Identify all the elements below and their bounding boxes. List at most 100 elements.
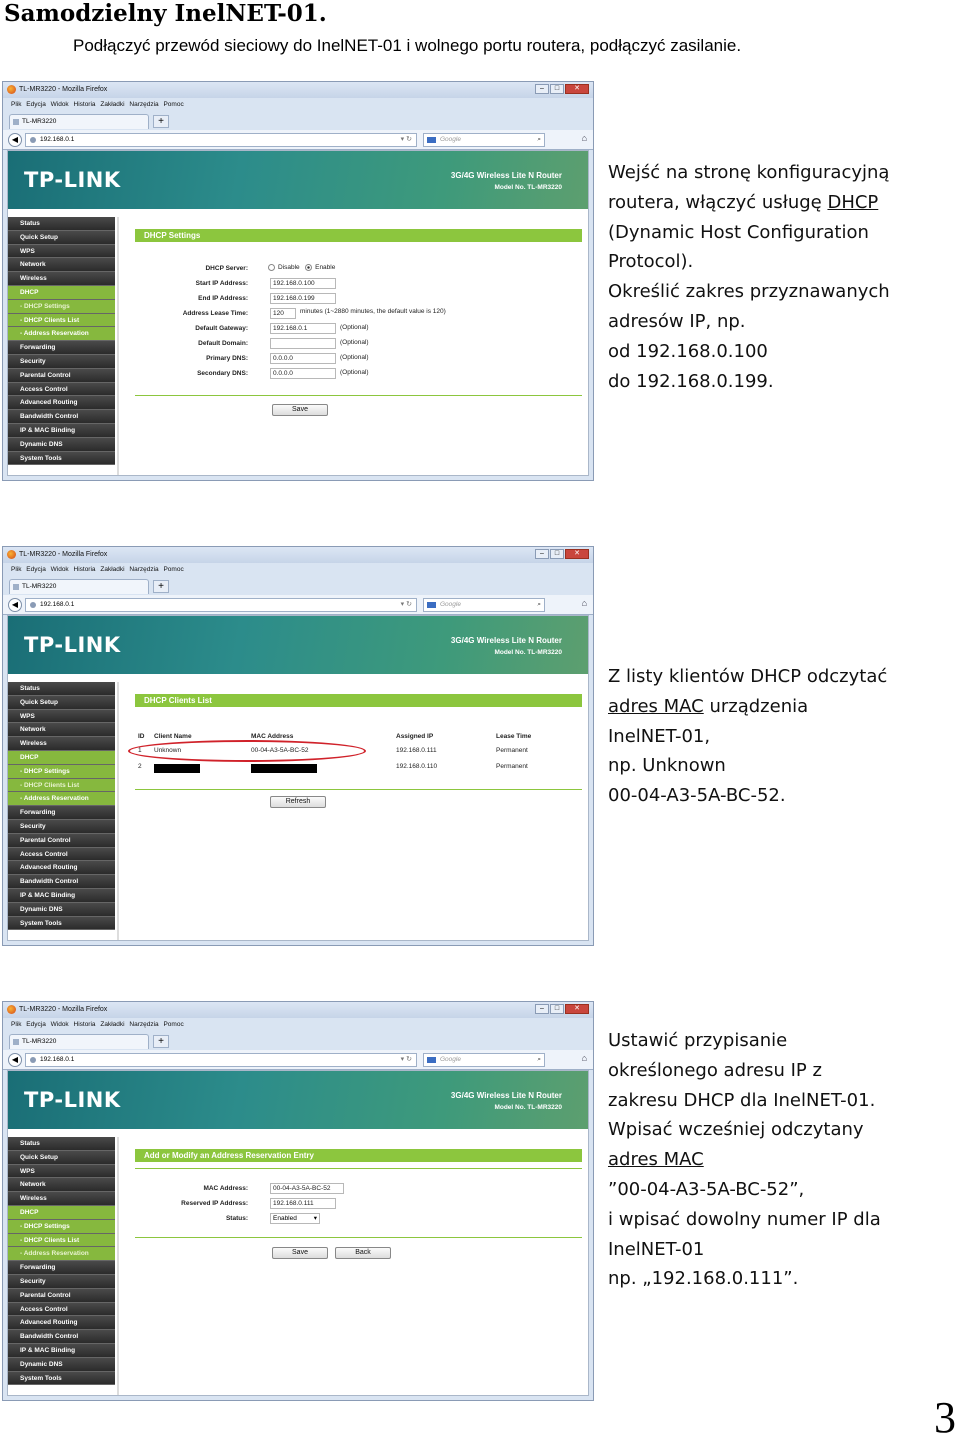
- menu-item-dhcp[interactable]: DHCP: [8, 285, 115, 300]
- new-tab-icon[interactable]: +: [153, 1035, 169, 1048]
- refresh-button[interactable]: Refresh: [270, 796, 326, 808]
- menu-item[interactable]: Historia: [74, 566, 96, 573]
- menu-item-wps[interactable]: WPS: [8, 244, 115, 259]
- reload-icon[interactable]: ▾ ↻: [401, 134, 412, 146]
- menu-item-access-control[interactable]: Access Control: [8, 382, 115, 397]
- minimize-icon[interactable]: –: [535, 1004, 549, 1014]
- menu-item-system-tools[interactable]: System Tools: [8, 451, 115, 466]
- menu-item-wps[interactable]: WPS: [8, 1164, 115, 1179]
- maximize-icon[interactable]: □: [550, 549, 564, 559]
- menu-item-ip-mac-binding[interactable]: IP & MAC Binding: [8, 888, 115, 903]
- menu-item[interactable]: Pomoc: [163, 566, 183, 573]
- menu-item-address-reservation[interactable]: - Address Reservation: [8, 1247, 115, 1262]
- menu-item-wireless[interactable]: Wireless: [8, 1192, 115, 1206]
- menu-item-security[interactable]: Security: [8, 354, 115, 369]
- menu-item-security[interactable]: Security: [8, 1274, 115, 1289]
- disable-radio[interactable]: [268, 264, 275, 271]
- browser-tab[interactable]: TL-MR3220: [9, 114, 149, 129]
- menu-item-dynamic-dns[interactable]: Dynamic DNS: [8, 902, 115, 917]
- maximize-icon[interactable]: □: [550, 1004, 564, 1014]
- end-ip-input[interactable]: 192.168.0.199: [270, 293, 336, 304]
- menu-item-quick-setup[interactable]: Quick Setup: [8, 1150, 115, 1165]
- menu-item-ip-mac-binding[interactable]: IP & MAC Binding: [8, 1343, 115, 1358]
- search-icon[interactable]: ⌕: [537, 134, 541, 146]
- menu-item-system-tools[interactable]: System Tools: [8, 1371, 115, 1386]
- menu-item-advanced-routing[interactable]: Advanced Routing: [8, 1316, 115, 1331]
- menu-item-advanced-routing[interactable]: Advanced Routing: [8, 396, 115, 411]
- menu-item-parental-control[interactable]: Parental Control: [8, 368, 115, 383]
- menu-item-forwarding[interactable]: Forwarding: [8, 1261, 115, 1275]
- enable-radio[interactable]: [305, 264, 313, 271]
- menu-item-dynamic-dns[interactable]: Dynamic DNS: [8, 1357, 115, 1372]
- menu-item[interactable]: Plik: [11, 101, 21, 108]
- url-bar[interactable]: 192.168.0.1 ▾ ↻: [25, 598, 417, 612]
- menu-item[interactable]: Widok: [51, 1021, 69, 1028]
- menu-item-dhcp-settings[interactable]: - DHCP Settings: [8, 299, 115, 314]
- menu-item[interactable]: Narzędzia: [129, 566, 158, 573]
- minimize-icon[interactable]: –: [535, 84, 549, 94]
- menu-item-dhcp[interactable]: DHCP: [8, 750, 115, 765]
- menu-item-network[interactable]: Network: [8, 1178, 115, 1193]
- menu-item[interactable]: Plik: [11, 1021, 21, 1028]
- menu-item-network[interactable]: Network: [8, 723, 115, 738]
- menu-item-forwarding[interactable]: Forwarding: [8, 806, 115, 820]
- menu-item[interactable]: Edycja: [26, 1021, 46, 1028]
- search-icon[interactable]: ⌕: [537, 599, 541, 611]
- menu-item-wps[interactable]: WPS: [8, 709, 115, 724]
- menu-item-dynamic-dns[interactable]: Dynamic DNS: [8, 437, 115, 452]
- save-button[interactable]: Save: [272, 404, 328, 416]
- reload-icon[interactable]: ▾ ↻: [401, 1054, 412, 1066]
- save-button[interactable]: Save: [272, 1247, 328, 1259]
- menu-item-quick-setup[interactable]: Quick Setup: [8, 230, 115, 245]
- menu-item[interactable]: Historia: [74, 101, 96, 108]
- menu-item-access-control[interactable]: Access Control: [8, 847, 115, 862]
- reload-icon[interactable]: ▾ ↻: [401, 599, 412, 611]
- menu-item-dhcp-settings[interactable]: - DHCP Settings: [8, 1219, 115, 1234]
- menu-item-system-tools[interactable]: System Tools: [8, 916, 115, 931]
- new-tab-icon[interactable]: +: [153, 580, 169, 593]
- mac-input[interactable]: 00-04-A3-5A-BC-52: [270, 1183, 344, 1194]
- menu-item-dhcp[interactable]: DHCP: [8, 1205, 115, 1220]
- search-icon[interactable]: ⌕: [537, 1054, 541, 1066]
- close-icon[interactable]: ✕: [565, 549, 589, 559]
- maximize-icon[interactable]: □: [550, 84, 564, 94]
- close-icon[interactable]: ✕: [565, 84, 589, 94]
- search-input[interactable]: Google ⌕: [423, 598, 545, 612]
- menu-item[interactable]: Pomoc: [163, 101, 183, 108]
- reserved-ip-input[interactable]: 192.168.0.111: [270, 1198, 336, 1209]
- menu-item-parental-control[interactable]: Parental Control: [8, 833, 115, 848]
- home-icon[interactable]: ⌂: [582, 598, 587, 608]
- menu-item-status[interactable]: Status: [8, 217, 115, 231]
- search-input[interactable]: Google ⌕: [423, 133, 545, 147]
- back-icon[interactable]: ◀: [8, 598, 22, 612]
- menu-item-parental-control[interactable]: Parental Control: [8, 1288, 115, 1303]
- menu-item-bandwidth-control[interactable]: Bandwidth Control: [8, 875, 115, 889]
- menu-item[interactable]: Widok: [51, 101, 69, 108]
- menu-item-wireless[interactable]: Wireless: [8, 272, 115, 286]
- menu-item-forwarding[interactable]: Forwarding: [8, 341, 115, 355]
- back-button[interactable]: Back: [335, 1247, 391, 1259]
- menu-item-bandwidth-control[interactable]: Bandwidth Control: [8, 410, 115, 424]
- menu-item-address-reservation[interactable]: - Address Reservation: [8, 792, 115, 807]
- back-icon[interactable]: ◀: [8, 1053, 22, 1067]
- menu-item[interactable]: Narzędzia: [129, 101, 158, 108]
- browser-tab[interactable]: TL-MR3220: [9, 1034, 149, 1049]
- menu-item[interactable]: Pomoc: [163, 1021, 183, 1028]
- domain-input[interactable]: [270, 338, 336, 349]
- gateway-input[interactable]: 192.168.0.1: [270, 323, 336, 334]
- menu-item-advanced-routing[interactable]: Advanced Routing: [8, 861, 115, 876]
- menu-item-dhcp-clients-list[interactable]: - DHCP Clients List: [8, 313, 115, 328]
- new-tab-icon[interactable]: +: [153, 115, 169, 128]
- menu-item-dhcp-clients-list[interactable]: - DHCP Clients List: [8, 778, 115, 793]
- menu-item[interactable]: Zakładki: [100, 101, 124, 108]
- status-select[interactable]: Enabled: [270, 1213, 320, 1224]
- menu-item[interactable]: Plik: [11, 566, 21, 573]
- menu-item[interactable]: Narzędzia: [129, 1021, 158, 1028]
- minimize-icon[interactable]: –: [535, 549, 549, 559]
- menu-item[interactable]: Edycja: [26, 101, 46, 108]
- home-icon[interactable]: ⌂: [582, 1053, 587, 1063]
- lease-time-input[interactable]: 120: [270, 308, 296, 319]
- back-icon[interactable]: ◀: [8, 133, 22, 147]
- menu-item[interactable]: Zakładki: [100, 1021, 124, 1028]
- menu-item-bandwidth-control[interactable]: Bandwidth Control: [8, 1330, 115, 1344]
